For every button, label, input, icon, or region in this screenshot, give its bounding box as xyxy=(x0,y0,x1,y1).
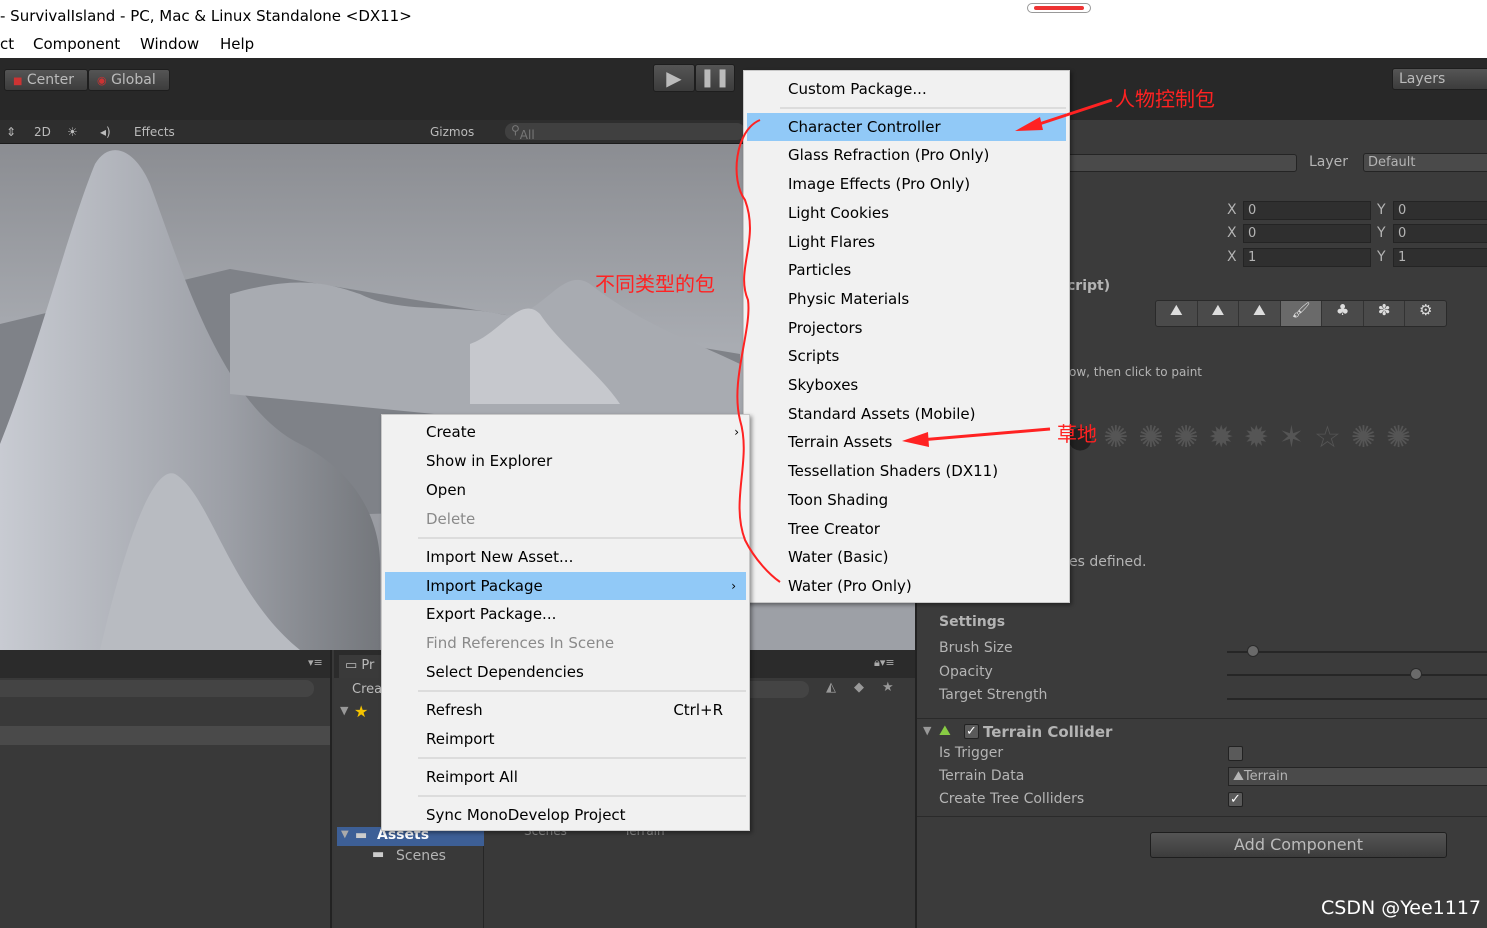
annotation-types: 不同类型的包 xyxy=(595,272,715,296)
arrow-head-icon xyxy=(1015,117,1043,131)
brace-annotation xyxy=(735,119,781,583)
annotation-overlay xyxy=(735,98,1113,583)
arrow-line xyxy=(1029,98,1113,129)
watermark: CSDN @Yee1117 xyxy=(1321,897,1482,919)
annotation-grass: 草地 xyxy=(1057,422,1097,446)
arrow-line xyxy=(919,427,1051,442)
arrow-head-icon xyxy=(902,432,929,447)
annotation-character: 人物控制包 xyxy=(1115,87,1215,111)
